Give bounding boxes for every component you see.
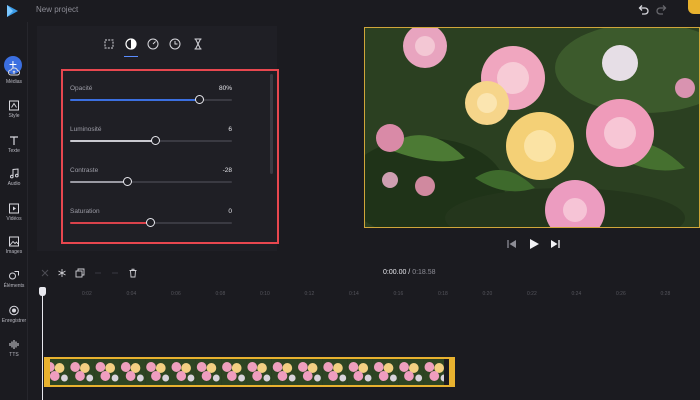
ruler-tick: 0:02 (82, 291, 92, 297)
rail-label: Médias (5, 79, 23, 85)
split-icon[interactable] (40, 268, 50, 278)
playhead-handle[interactable] (39, 287, 46, 296)
duplicate-icon[interactable] (75, 268, 85, 278)
clip-thumbnail (322, 359, 348, 385)
app-logo-icon[interactable] (4, 3, 20, 19)
clip-thumbnail (170, 359, 196, 385)
redo-icon[interactable] (655, 3, 669, 17)
play-icon[interactable] (528, 238, 540, 250)
ruler-tick: 0:22 (527, 291, 537, 297)
project-name[interactable]: New project (36, 5, 78, 14)
clock-icon[interactable] (168, 37, 182, 51)
rail-item-style[interactable]: Style (0, 100, 28, 119)
rail-item-audio[interactable]: Audio (0, 168, 28, 187)
ruler-tick: 0:04 (126, 291, 137, 297)
ruler-tick: 0:20 (482, 291, 493, 297)
clip-thumbnail (297, 359, 323, 385)
video-preview[interactable] (364, 27, 700, 228)
video-clip[interactable] (44, 357, 455, 387)
rail-label: Texte (8, 148, 20, 154)
clip-thumbnail (195, 359, 222, 385)
ruler-tick: 0:10 (260, 291, 270, 297)
rail-label: Style (8, 113, 20, 119)
speed-icon[interactable] (146, 37, 160, 51)
clip-thumbnail (423, 359, 444, 385)
rail-label: Audio (7, 181, 21, 187)
rail-label: Enregistrer (1, 318, 27, 324)
rail-label: Images (5, 249, 23, 255)
rail-item-media[interactable]: Médias (0, 66, 28, 85)
clip-thumbnail (145, 359, 171, 385)
freeze-icon[interactable] (57, 268, 67, 278)
image-icon (9, 236, 19, 247)
playhead[interactable] (42, 288, 43, 400)
text-style-icon (9, 100, 19, 111)
contrast-icon[interactable] (124, 37, 138, 51)
hourglass-icon[interactable] (191, 37, 205, 51)
clip-thumbnail (347, 359, 373, 385)
rail-item-images[interactable]: Images (0, 236, 28, 255)
active-tab-indicator (124, 56, 138, 57)
preview-image (365, 28, 699, 227)
corner-badge[interactable] (688, 0, 700, 14)
timeline-ruler[interactable]: 0:02 0:04 0:06 0:08 0:10 0:12 0:14 0:16 0:18 0:20… (30, 284, 700, 304)
crop-icon[interactable] (102, 37, 116, 51)
clip-thumbnail (119, 359, 146, 385)
text-icon (10, 136, 18, 145)
top-bar: New project (0, 0, 700, 22)
rail-label: Éléments (3, 283, 25, 289)
rail-label: TTS (9, 352, 19, 358)
record-icon (9, 305, 19, 316)
ruler-tick: 0:26 (616, 291, 626, 297)
clip-trim-handle-left[interactable] (44, 357, 50, 387)
timecode: 0:00.00 / 0:18.58 (383, 269, 436, 276)
rail-item-text[interactable]: Texte (0, 135, 28, 154)
ruler-tick: 0:28 (660, 291, 671, 297)
skip-back-icon[interactable] (506, 238, 518, 250)
undo-icon[interactable] (93, 268, 103, 278)
clip-thumbnail (271, 359, 298, 385)
ruler-tick: 0:06 (171, 291, 181, 297)
rail-item-videos[interactable]: Vidéos (0, 203, 28, 222)
current-time: 0:00.00 (383, 269, 407, 276)
cloud-upload-icon (8, 67, 20, 76)
annotation-highlight-box (61, 69, 279, 244)
clip-thumbnails (44, 359, 444, 385)
rail-item-tts[interactable]: TTS (0, 339, 28, 358)
clip-thumbnail (221, 359, 247, 385)
ruler-tick: 0:14 (349, 291, 359, 297)
undo-icon[interactable] (636, 3, 650, 17)
music-icon (10, 168, 19, 179)
clip-thumbnail (94, 359, 120, 385)
clip-thumbnail (246, 359, 272, 385)
delete-icon[interactable] (128, 268, 138, 278)
rail-item-record[interactable]: Enregistrer (0, 305, 28, 324)
rail-label: Vidéos (6, 216, 22, 222)
skip-forward-icon[interactable] (549, 238, 561, 250)
ruler-tick: 0:24 (571, 291, 582, 297)
shapes-icon (9, 271, 19, 280)
audio-wave-icon (9, 340, 19, 349)
total-duration: 0:18.58 (412, 269, 436, 276)
ruler-tick: 0:08 (215, 291, 226, 297)
redo-icon[interactable] (110, 268, 120, 278)
clip-thumbnail (372, 359, 399, 385)
ruler-tick: 0:16 (393, 291, 404, 297)
clip-trim-handle-right[interactable] (449, 357, 455, 387)
clip-thumbnail (69, 359, 95, 385)
ruler-tick: 0:12 (304, 291, 315, 297)
clip-thumbnail (398, 359, 424, 385)
video-icon (9, 203, 19, 214)
rail-item-elements[interactable]: Éléments (0, 270, 28, 289)
ruler-tick: 0:18 (438, 291, 448, 297)
